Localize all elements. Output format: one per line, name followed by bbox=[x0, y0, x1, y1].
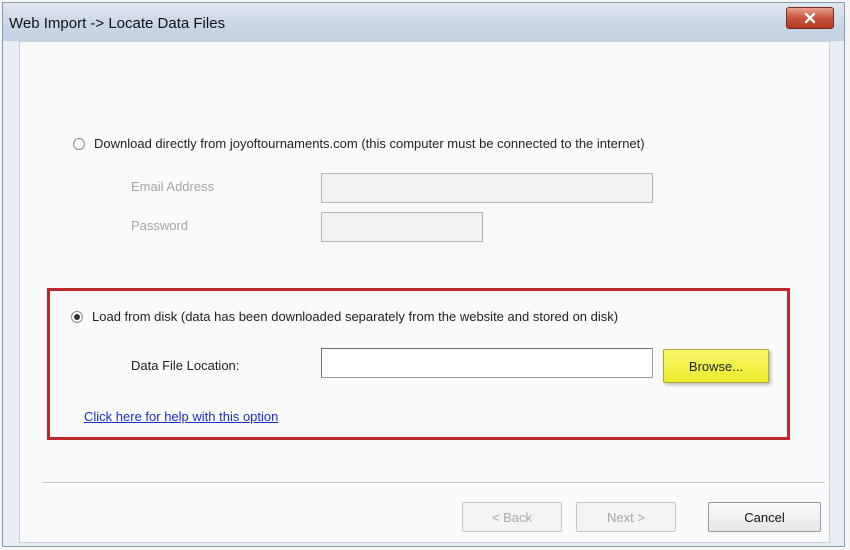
download-option-radio[interactable] bbox=[73, 138, 85, 150]
disk-option-label: Load from disk (data has been downloaded… bbox=[92, 309, 619, 324]
help-link[interactable]: Click here for help with this option bbox=[84, 409, 278, 424]
file-location-input[interactable] bbox=[321, 348, 653, 378]
window-title: Web Import -> Locate Data Files bbox=[9, 15, 226, 32]
file-location-label: Data File Location: bbox=[131, 358, 240, 373]
back-button[interactable]: < Back bbox=[462, 502, 562, 532]
password-field[interactable] bbox=[321, 212, 483, 242]
footer-separator bbox=[42, 482, 825, 484]
cancel-button[interactable]: Cancel bbox=[708, 502, 821, 532]
download-option-label: Download directly from joyoftournaments.… bbox=[94, 136, 645, 151]
email-label: Email Address bbox=[131, 179, 215, 194]
password-label: Password bbox=[131, 218, 189, 233]
dialog-content: Download directly from joyoftournaments.… bbox=[19, 41, 830, 543]
next-button[interactable]: Next > bbox=[576, 502, 676, 532]
close-icon bbox=[804, 12, 816, 24]
email-field[interactable] bbox=[321, 173, 653, 203]
disk-option-radio[interactable] bbox=[71, 311, 83, 323]
title-bar[interactable]: Web Import -> Locate Data Files bbox=[3, 3, 844, 41]
close-button[interactable] bbox=[786, 7, 834, 29]
dialog-window: Web Import -> Locate Data Files Download… bbox=[2, 2, 845, 547]
browse-button[interactable]: Browse... bbox=[663, 349, 769, 383]
